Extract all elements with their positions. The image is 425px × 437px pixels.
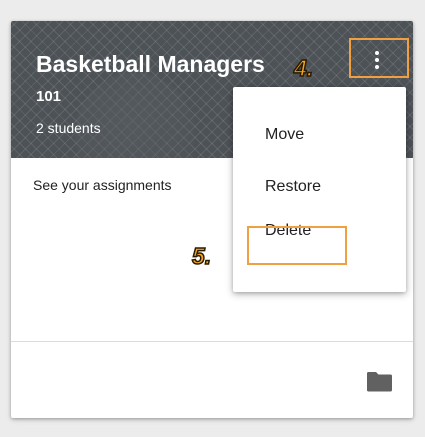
class-section: 101 (36, 88, 62, 105)
class-title[interactable]: Basketball Managers (36, 51, 265, 78)
menu-item-delete[interactable]: Delete (233, 211, 406, 251)
more-vert-icon (375, 51, 379, 69)
class-options-menu: Move Restore Delete (233, 87, 406, 292)
banner-background-image (75, 73, 195, 158)
see-assignments-link[interactable]: See your assignments (33, 177, 172, 193)
more-options-button[interactable] (351, 42, 403, 78)
menu-item-restore[interactable]: Restore (233, 167, 406, 207)
folder-icon[interactable] (366, 371, 393, 392)
card-divider (11, 341, 413, 342)
menu-item-move[interactable]: Move (233, 115, 406, 155)
student-count: 2 students (36, 120, 101, 136)
